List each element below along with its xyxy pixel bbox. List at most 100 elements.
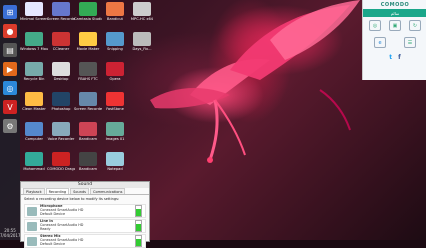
shield-icon[interactable]: ▣ [389, 20, 401, 31]
desktop-icon[interactable]: Desktop [47, 62, 75, 81]
desktop-icon[interactable]: FastStone [101, 92, 129, 111]
recording-device[interactable]: Line In Conexant SmartAudio HD Ready [24, 219, 146, 233]
desktop-icon-label: Camtasia Studio 8 [74, 17, 102, 21]
app-icon [133, 32, 151, 46]
media-taskbar-icon[interactable]: ▶ [3, 62, 17, 76]
vivaldi-taskbar-icon[interactable]: V [3, 100, 17, 114]
device-status: Ready [40, 226, 51, 231]
comodo-widget: COMODO سالم ◎ ▣ ↻ e ☰ t f [362, 0, 426, 80]
desktop-icon[interactable]: Notepad [101, 152, 129, 171]
chrome-taskbar-icon[interactable]: ● [3, 24, 17, 38]
desktop-icon[interactable]: Bandicam [74, 122, 102, 141]
level-meter [135, 205, 142, 217]
app-icon [79, 32, 97, 46]
desktop-icon-label: Computer [25, 137, 43, 141]
desktop-icon-label: Voice Recorder [47, 137, 75, 141]
desktop-icon-label: CCleaner [52, 47, 70, 51]
update-icon[interactable]: ↻ [409, 20, 421, 31]
app-icon [106, 62, 124, 76]
app-icon [25, 32, 43, 46]
desktop-icon-label: Bandicam [79, 137, 97, 141]
taskbar-clock[interactable]: 20:55 7/04/2017 [0, 228, 21, 238]
desktop-icon[interactable]: Bandicut [101, 2, 129, 21]
desktop-icon-label: Screen Recorder [74, 107, 102, 111]
desktop-icon-label: FastStone [106, 107, 124, 111]
app-icon [106, 92, 124, 106]
app-icon [106, 2, 124, 16]
sound-dialog-message: Select a recording device below to modif… [24, 197, 120, 201]
desktop-icon[interactable]: Mohammad [20, 152, 48, 171]
app-icon [106, 152, 124, 166]
scan-icon[interactable]: ◎ [369, 20, 381, 31]
desktop-icon-label: Bandicam [79, 167, 97, 171]
browser-taskbar-icon[interactable]: ◎ [3, 81, 17, 95]
recording-device[interactable]: Microphone Conexant SmartAudio HD Default … [24, 204, 146, 218]
settings-taskbar-icon[interactable]: ⚙ [3, 119, 17, 133]
clock-date: 7/04/2017 [0, 233, 21, 238]
desktop-icon[interactable]: Windows 7 Mouse ... [20, 32, 48, 51]
app-icon [52, 62, 70, 76]
microphone-icon [27, 221, 37, 231]
folder-taskbar-icon[interactable]: ▤ [3, 43, 17, 57]
desktop-icon[interactable]: Snipping [101, 32, 129, 51]
twitter-icon[interactable]: t [389, 54, 392, 61]
desktop-icon-label: Opera [109, 77, 121, 81]
tab-sounds[interactable]: Sounds [70, 188, 89, 194]
start-button[interactable]: ⊞ [3, 5, 17, 19]
app-icon [25, 152, 43, 166]
level-meter [135, 235, 142, 247]
desktop-icon-label: Movie Maker [76, 47, 100, 51]
desktop-icon-label: Snipping [107, 47, 123, 51]
app-icon [106, 32, 124, 46]
device-status: Default Device [40, 241, 66, 246]
desktop-icon[interactable]: Recycle Bin [20, 62, 48, 81]
desktop-icon[interactable]: Images 01 [101, 122, 129, 141]
desktop-icon[interactable]: Minimal Screen Recorder [20, 2, 48, 21]
task-icon[interactable]: ☰ [404, 37, 416, 48]
app-icon [52, 152, 70, 166]
sound-tabs: Playback Recording Sounds Communications [21, 188, 149, 195]
browser-icon[interactable]: e [374, 37, 386, 48]
desktop-icon[interactable]: Screen Recorder [47, 2, 75, 21]
microphone-icon [27, 236, 37, 246]
desktop-icon-label: Notepad [107, 167, 123, 171]
comodo-status: سالم [363, 9, 426, 17]
app-icon [79, 92, 97, 106]
tab-playback[interactable]: Playback [23, 188, 45, 194]
device-text: Microphone Conexant SmartAudio HD Default … [40, 204, 135, 216]
app-icon [25, 122, 43, 136]
app-icon [79, 152, 97, 166]
sound-dialog: Sound Playback Recording Sounds Communicati… [20, 181, 150, 248]
desktop-icon[interactable]: Camtasia Studio 8 [74, 2, 102, 21]
app-icon [133, 2, 151, 16]
desktop-icon-label: Clean Master [22, 107, 46, 111]
taskbar: ⊞ ● ▤ ▶ ◎ V ⚙ 20:55 7/04/2017 [0, 0, 21, 240]
recording-device[interactable]: Stereo Mix Conexant SmartAudio HD Default … [24, 234, 146, 248]
desktop-icon[interactable]: Computer [20, 122, 48, 141]
desktop-icon[interactable]: CCleaner [47, 32, 75, 51]
app-icon [25, 92, 43, 106]
desktop-icon[interactable]: FBAHS FTC [74, 62, 102, 81]
desktop-icon[interactable]: Bandicam [74, 152, 102, 171]
desktop-icon-label: Recycle Bin [23, 77, 45, 81]
desktop-icon[interactable]: Voice Recorder [47, 122, 75, 141]
desktop-icon[interactable]: Screen Recorder [74, 92, 102, 111]
desktop-icon[interactable]: Movie Maker [74, 32, 102, 51]
desktop-icon[interactable]: Opera [101, 62, 129, 81]
desktop-icon-label: Bandicut [107, 17, 123, 21]
desktop-icon-label: Days_Fix... [132, 47, 152, 51]
desktop-icon[interactable]: COMODO Dragon [47, 152, 75, 171]
desktop-icon-label: Photoshop [51, 107, 71, 111]
device-status: Default Device [40, 211, 66, 216]
desktop-icon[interactable]: MPC-HC x64 [128, 2, 156, 21]
facebook-icon[interactable]: f [398, 54, 401, 61]
app-icon [52, 32, 70, 46]
desktop-icon[interactable]: Clean Master [20, 92, 48, 111]
tab-recording[interactable]: Recording [45, 188, 70, 194]
tab-communications[interactable]: Communications [90, 188, 126, 194]
desktop-icon-label: Minimal Screen Recorder [20, 17, 48, 21]
desktop-icon[interactable]: Days_Fix... [128, 32, 156, 51]
desktop-icon-label: FBAHS FTC [78, 77, 98, 81]
comodo-title: COMODO [380, 1, 410, 8]
desktop-icon[interactable]: Photoshop [47, 92, 75, 111]
